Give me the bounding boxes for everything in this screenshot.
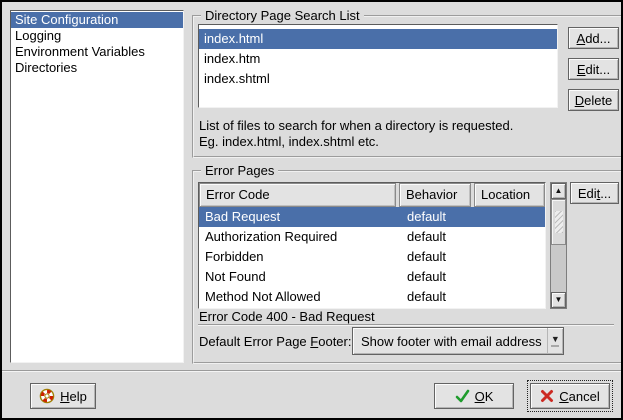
file-item-index-htm[interactable]: index.htm (199, 49, 557, 69)
file-item-index-shtml[interactable]: index.shtml (199, 69, 557, 89)
column-header-behavior[interactable]: Behavior (399, 183, 471, 207)
column-header-location[interactable]: Location (474, 183, 545, 207)
directory-frame-title: Directory Page Search List (201, 8, 364, 23)
error-edit-button-label: Edit... (578, 186, 611, 201)
error-code-status-text: Error Code 400 - Bad Request (199, 309, 375, 324)
error-row-bad-request[interactable]: Bad Request default (199, 207, 545, 227)
error-row-method-not-allowed[interactable]: Method Not Allowed default (199, 287, 545, 307)
scroll-up-icon: ▲ (555, 187, 563, 195)
error-row-authorization-required[interactable]: Authorization Required default (199, 227, 545, 247)
error-row-forbidden[interactable]: Forbidden default (199, 247, 545, 267)
column-header-error-code[interactable]: Error Code (199, 183, 396, 207)
category-list: Site Configuration Logging Environment V… (10, 10, 184, 363)
footer-combo-label: Default Error Page Footer: (199, 334, 351, 349)
scroll-down-button[interactable]: ▼ (551, 292, 566, 308)
httpd-site-configuration-dialog: Site Configuration Logging Environment V… (0, 0, 623, 420)
error-row-not-found[interactable]: Not Found default (199, 267, 545, 287)
check-icon (455, 389, 470, 403)
search-file-list: index.html index.htm index.shtml (198, 24, 558, 108)
scroll-up-button[interactable]: ▲ (551, 183, 566, 199)
file-item-index-html[interactable]: index.html (199, 29, 557, 49)
edit-button[interactable]: Edit... (568, 58, 619, 80)
scrollbar-grip-icon (555, 211, 563, 233)
delete-button-label: Delete (575, 93, 613, 108)
lifebuoy-icon (39, 388, 55, 404)
status-separator (198, 324, 614, 326)
default-error-footer-select[interactable]: Show footer with email address ▼ (352, 327, 564, 355)
error-frame-title: Error Pages (201, 163, 278, 178)
cross-icon (540, 389, 554, 403)
dialog-separator (2, 370, 623, 372)
error-edit-button[interactable]: Edit... (570, 182, 619, 204)
cancel-button[interactable]: Cancel (530, 383, 610, 409)
delete-button[interactable]: Delete (568, 89, 619, 111)
ok-button-label: OK (475, 389, 494, 404)
error-pages-table: Error Code Behavior Location Bad Request… (198, 182, 546, 309)
cancel-button-label: Cancel (559, 389, 599, 404)
help-button[interactable]: Help (30, 383, 96, 409)
search-list-caption-line2: Eg. index.html, index.shtml etc. (199, 134, 379, 149)
edit-button-label: Edit... (577, 62, 610, 77)
scrollbar-thumb[interactable] (551, 199, 566, 245)
drop-down-arrow-icon: ▼ (547, 328, 563, 354)
search-list-caption-line1: List of files to search for when a direc… (199, 118, 513, 133)
help-button-label: Help (60, 389, 87, 404)
scroll-down-icon: ▼ (555, 296, 563, 304)
error-table-scrollbar[interactable]: ▲ ▼ (550, 182, 567, 309)
sidebar-item-logging[interactable]: Logging (11, 28, 183, 44)
add-button-label: Add... (577, 31, 611, 46)
footer-select-value: Show footer with email address (361, 334, 542, 349)
sidebar-item-site-configuration[interactable]: Site Configuration (11, 12, 183, 28)
add-button[interactable]: Add... (568, 27, 619, 49)
sidebar-item-environment-variables[interactable]: Environment Variables (11, 44, 183, 60)
ok-button[interactable]: OK (434, 383, 514, 409)
sidebar-item-directories[interactable]: Directories (11, 60, 183, 76)
error-table-header-row: Error Code Behavior Location (199, 183, 545, 207)
